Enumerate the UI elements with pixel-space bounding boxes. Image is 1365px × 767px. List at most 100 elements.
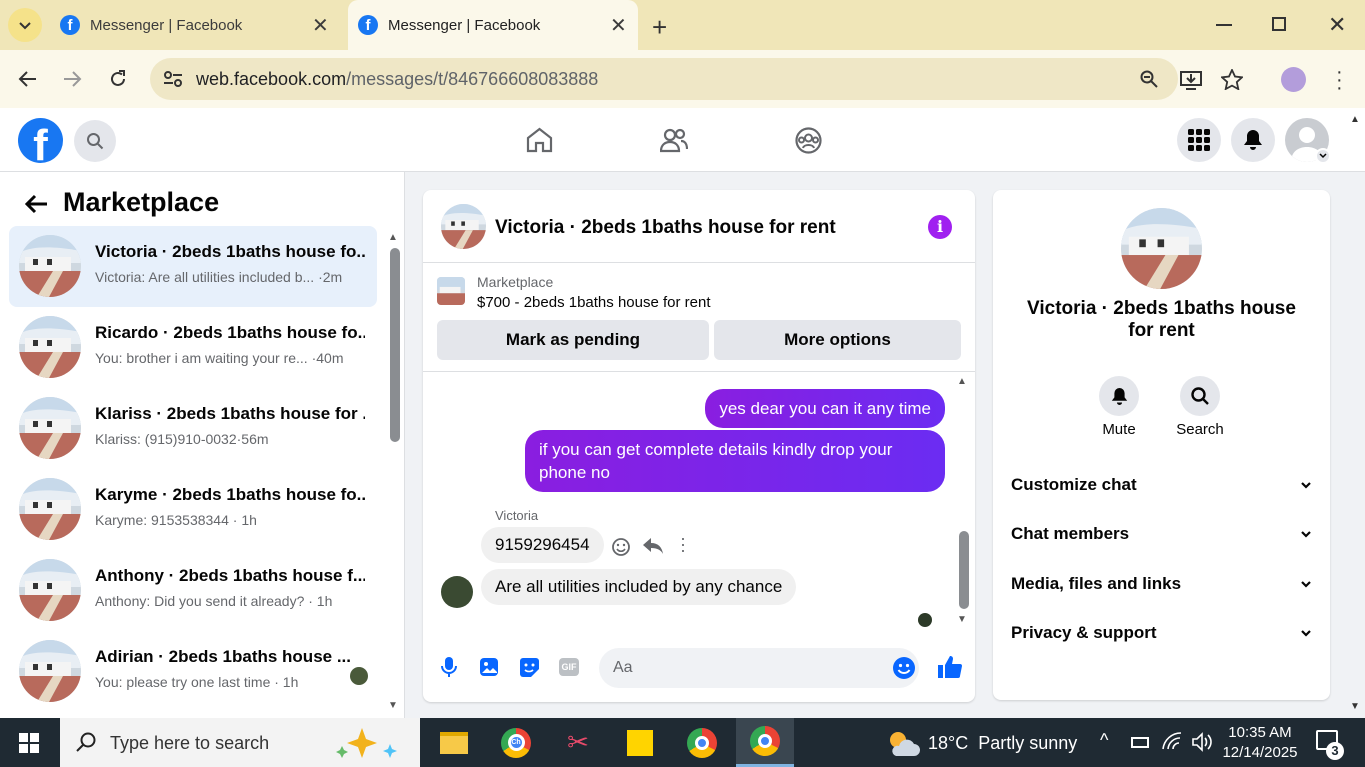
list-scrollbar-thumb[interactable] — [390, 248, 400, 442]
account-dropdown[interactable] — [1315, 148, 1331, 164]
info-thumbnail[interactable] — [1121, 208, 1202, 289]
new-tab-icon[interactable]: + — [652, 12, 667, 43]
chat-title: Victoria · 2beds 1baths house for rent — [495, 217, 836, 238]
mark-pending-button[interactable]: Mark as pending — [437, 320, 709, 360]
mute-button[interactable] — [1099, 376, 1139, 416]
battery-icon[interactable] — [1131, 737, 1149, 748]
photo-icon[interactable] — [479, 657, 499, 677]
windows-start-icon[interactable] — [19, 733, 39, 753]
like-thumbs-up-icon[interactable] — [937, 655, 963, 679]
browser-tab-2-active[interactable]: f Messenger | Facebook ✕ — [348, 0, 638, 50]
section-customize-chat[interactable]: Customize chat — [1011, 475, 1311, 495]
wifi-icon[interactable] — [1162, 732, 1182, 750]
restore-icon[interactable] — [1272, 17, 1286, 31]
facebook-favicon-icon: f — [358, 15, 378, 35]
chat-panel: Victoria · 2beds 1baths house for rent i… — [423, 190, 975, 702]
message-incoming[interactable]: 9159296454 — [481, 527, 604, 563]
site-info-icon[interactable] — [163, 70, 183, 88]
groups-icon[interactable] — [795, 127, 822, 154]
chat-scroll-up-icon[interactable]: ▲ — [957, 376, 967, 387]
chrome-taskbar-icon[interactable]: Ch — [490, 718, 542, 767]
browser-menu-icon[interactable]: · · · — [1336, 62, 1343, 98]
tab-title: Messenger | Facebook — [90, 16, 243, 34]
zoom-icon[interactable] — [1140, 70, 1158, 88]
more-options-button[interactable]: More options — [714, 320, 961, 360]
close-tab-icon[interactable]: ✕ — [312, 13, 329, 38]
profile-avatar-icon[interactable] — [1281, 67, 1306, 92]
listing-title[interactable]: $700 - 2beds 1baths house for rent — [477, 294, 711, 311]
clock[interactable]: 10:35 AM 12/14/2025 — [1220, 723, 1300, 763]
snipping-tool-taskbar-icon[interactable]: ✂ — [552, 718, 604, 767]
more-actions-icon[interactable]: · · · — [680, 529, 686, 559]
chat-header-thumbnail[interactable] — [441, 204, 486, 249]
chat-scroll-down-icon[interactable]: ▼ — [957, 614, 967, 625]
sticker-icon[interactable] — [519, 657, 540, 678]
search-conversation-button[interactable] — [1180, 376, 1220, 416]
chat-scrollbar-thumb[interactable] — [959, 531, 969, 609]
conversation-name: Karyme · 2beds 1baths house fo... — [95, 485, 365, 504]
address-bar[interactable]: web.facebook.com/messages/t/846766608083… — [150, 58, 1178, 100]
back-arrow-icon[interactable] — [18, 70, 38, 88]
facebook-search-button[interactable] — [74, 120, 116, 162]
home-icon[interactable] — [526, 127, 553, 153]
install-app-icon[interactable] — [1180, 70, 1202, 90]
message-outgoing[interactable]: yes dear you can it any time — [705, 389, 945, 428]
microphone-icon[interactable] — [441, 656, 457, 678]
weather-partly-sunny-icon[interactable] — [886, 728, 920, 758]
close-tab-icon[interactable]: ✕ — [610, 13, 627, 38]
conversation-item[interactable]: Anthony · 2beds 1baths house f... Anthony… — [9, 550, 377, 631]
taskbar-search-box[interactable]: Type here to search — [60, 718, 420, 767]
seen-avatar — [918, 613, 932, 627]
tab-search-button[interactable] — [8, 8, 42, 42]
header-divider — [423, 262, 975, 263]
list-scroll-up-icon[interactable]: ▲ — [388, 232, 398, 243]
chrome-active-taskbar-icon[interactable] — [736, 718, 794, 767]
listing-thumbnail — [19, 478, 81, 540]
conversation-item[interactable]: Karyme · 2beds 1baths house fo... Karyme:… — [9, 469, 377, 550]
show-hidden-icons-icon[interactable]: ^ — [1100, 730, 1108, 751]
copilot-sparkle-icon — [336, 728, 397, 758]
minimize-icon[interactable] — [1216, 24, 1232, 26]
listing-thumbnail[interactable] — [437, 277, 465, 305]
conversation-item[interactable]: Klariss · 2beds 1baths house for ... Klar… — [9, 388, 377, 469]
conversation-item[interactable]: Victoria · 2beds 1baths house fo... Victo… — [9, 226, 377, 307]
message-outgoing[interactable]: if you can get complete details kindly d… — [525, 430, 945, 492]
conversation-item[interactable]: Adirian · 2beds 1baths house ... You: ple… — [9, 631, 377, 712]
section-privacy-support[interactable]: Privacy & support — [1011, 623, 1311, 643]
reload-icon[interactable] — [108, 69, 128, 89]
url-text: web.facebook.com/messages/t/846766608083… — [196, 69, 599, 89]
message-input[interactable]: Aa — [599, 648, 919, 688]
sticky-notes-taskbar-icon[interactable] — [614, 718, 666, 767]
menu-button[interactable] — [1177, 118, 1221, 162]
section-media-files-links[interactable]: Media, files and links — [1011, 574, 1311, 594]
chrome-profile-taskbar-icon[interactable] — [676, 718, 728, 767]
volume-icon[interactable] — [1191, 732, 1213, 752]
list-scroll-down-icon[interactable]: ▼ — [388, 700, 398, 711]
sender-avatar[interactable] — [441, 576, 473, 608]
page-scroll-up-icon[interactable]: ▲ — [1350, 114, 1360, 125]
forward-arrow-icon[interactable] — [62, 70, 82, 88]
chevron-down-icon — [1301, 530, 1311, 538]
react-emoji-icon[interactable] — [611, 537, 631, 557]
conversation-preview: You: brother i am waiting your re... ·40… — [95, 350, 344, 366]
facebook-logo[interactable]: f — [18, 118, 63, 163]
bookmark-star-icon[interactable] — [1221, 69, 1243, 90]
gif-icon[interactable]: GIF — [559, 658, 579, 676]
window-close-icon[interactable]: ✕ — [1328, 12, 1346, 38]
listing-thumbnail — [19, 559, 81, 621]
sender-name: Victoria — [495, 508, 539, 523]
friends-icon[interactable] — [660, 127, 688, 153]
page-scroll-down-icon[interactable]: ▼ — [1350, 701, 1360, 712]
reply-icon[interactable] — [642, 537, 664, 555]
message-input-placeholder: Aa — [613, 659, 633, 676]
browser-tab-1[interactable]: f Messenger | Facebook ✕ — [50, 0, 340, 50]
emoji-icon[interactable] — [892, 656, 916, 680]
message-incoming[interactable]: Are all utilities included by any chance — [481, 569, 797, 605]
file-explorer-taskbar-icon[interactable] — [428, 718, 480, 767]
info-icon[interactable]: i — [928, 215, 952, 239]
weather-text[interactable]: 18°C Partly sunny — [928, 733, 1077, 754]
conversation-item[interactable]: Ricardo · 2beds 1baths house fo... You: b… — [9, 307, 377, 388]
notifications-button[interactable] — [1231, 118, 1275, 162]
back-arrow-icon[interactable] — [24, 194, 48, 214]
section-chat-members[interactable]: Chat members — [1011, 524, 1311, 544]
